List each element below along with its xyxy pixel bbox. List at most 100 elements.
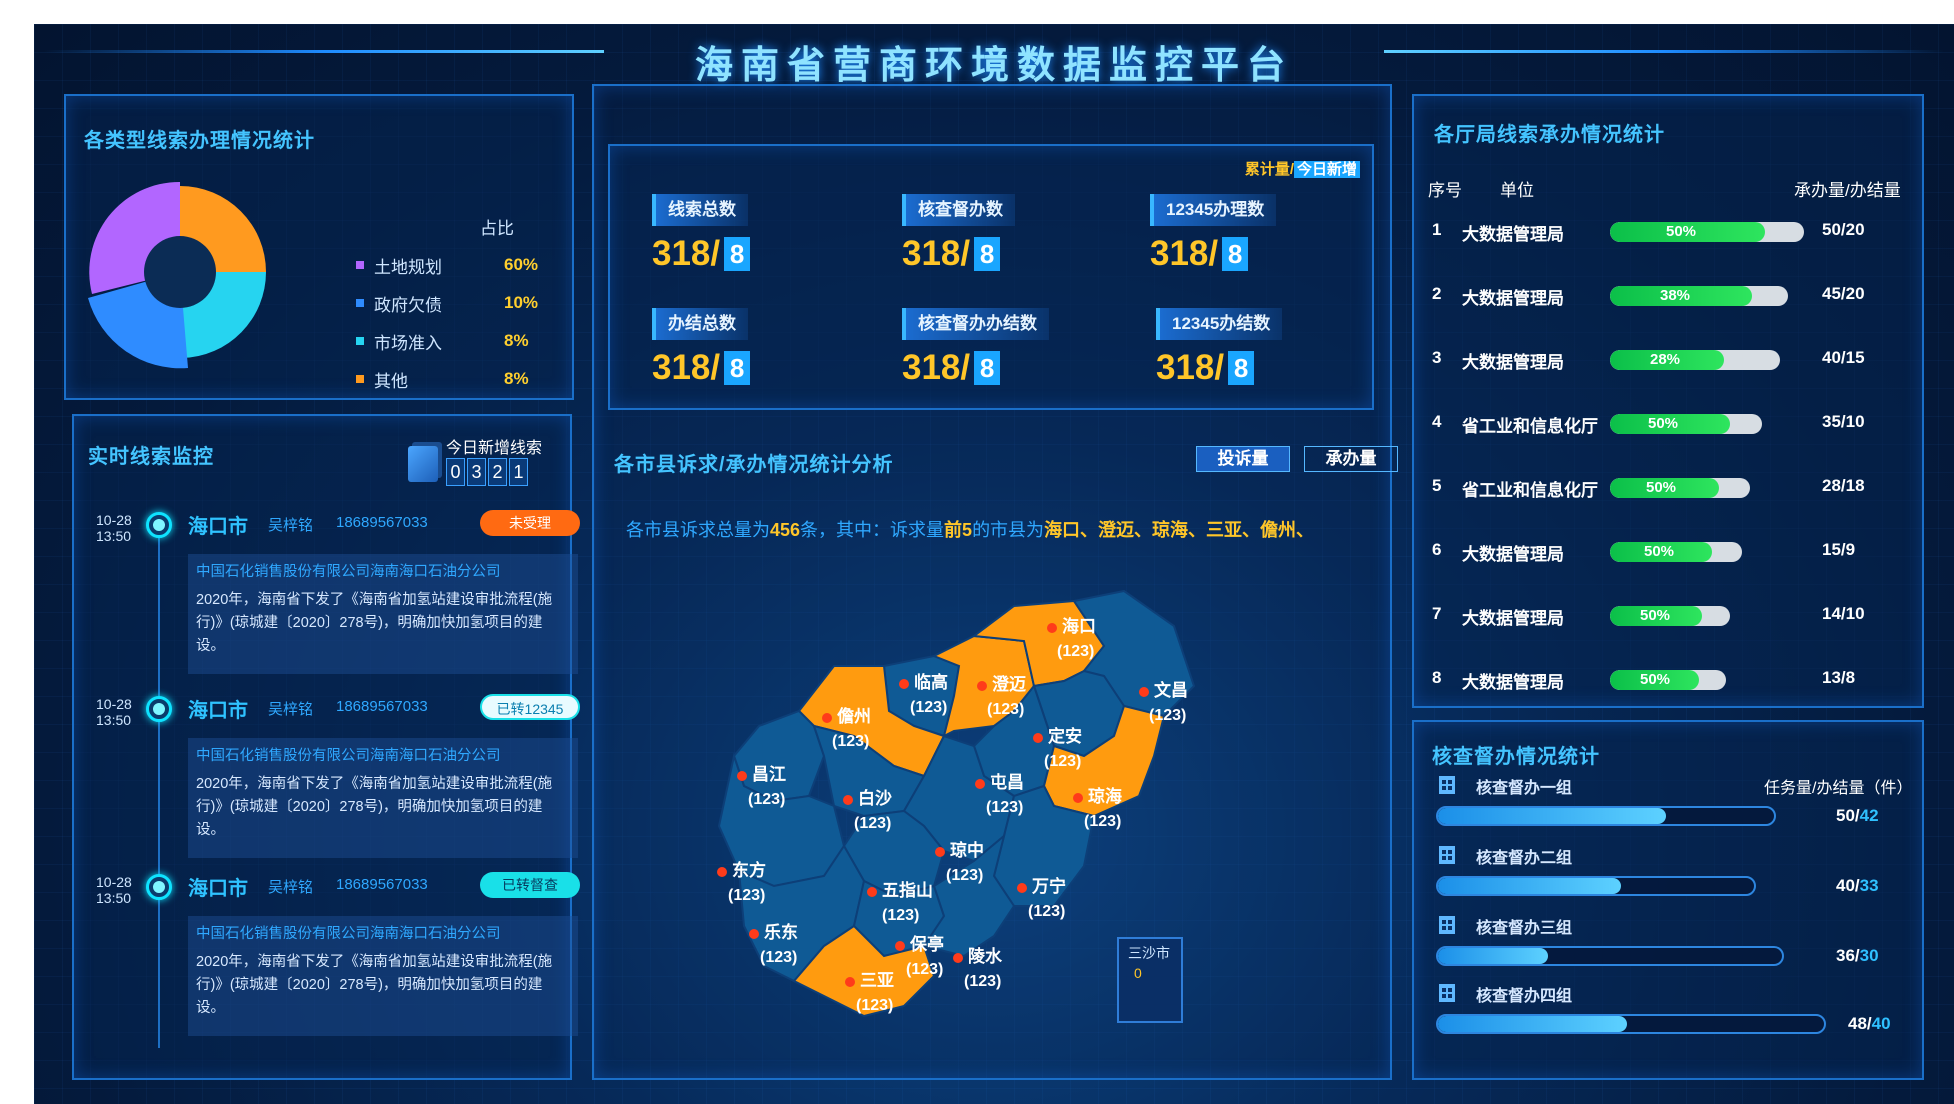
monitor-text: 2020年，海南省下发了《海南省加氢站建设审批流程(施行)》(琼城建〔2020〕… (196, 954, 553, 1016)
progress-fill (1438, 1016, 1628, 1032)
stat-clue-total: 线索总数 318/8 (652, 194, 852, 274)
monitor-time: 10-28 13:50 (96, 874, 132, 906)
page-title: 海南省营商环境数据监控平台 (694, 45, 1293, 87)
monitor-city: 海口市 (188, 878, 248, 900)
monitor-phone: 18689567033 (336, 876, 428, 893)
legend-value: 60% (504, 255, 539, 274)
row-index: 6 (1432, 540, 1442, 559)
department-row[interactable]: 4 省工业和信息化厅 50% 35/10 (1414, 408, 1894, 438)
svg-text:五指山: 五指山 (882, 880, 933, 900)
row-name: 省工业和信息化厅 (1462, 417, 1598, 436)
realtime-monitor-title: 实时线索监控 (88, 446, 214, 468)
svg-text:(123): (123) (856, 997, 893, 1014)
group-name: 核查督办三组 (1476, 920, 1573, 937)
svg-text:临高: 临高 (914, 672, 948, 692)
legend-value: 8% (504, 369, 529, 388)
progress-label: 50% (1640, 671, 1671, 688)
supervision-row[interactable]: 核查督办四组 48/40 (1436, 980, 1906, 1040)
stat-label: 线索总数 (652, 194, 748, 226)
col-index: 序号 (1428, 181, 1462, 200)
monitor-company: 中国石化销售股份有限公司海南海口石油分公司 (196, 926, 501, 942)
status-badge[interactable]: 已转12345 (480, 694, 580, 720)
group-value: 40/33 (1836, 876, 1879, 895)
supervision-row[interactable]: 核查督办三组 36/30 (1436, 912, 1906, 972)
svg-text:(123): (123) (1084, 813, 1121, 830)
svg-text:陵水: 陵水 (968, 946, 1003, 966)
department-row[interactable]: 6 大数据管理局 50% 15/9 (1414, 536, 1894, 566)
clue-type-pie (88, 181, 266, 369)
stat-value: 318/8 (1156, 348, 1356, 388)
svg-text:海口: 海口 (1062, 616, 1096, 636)
department-row[interactable]: 2 大数据管理局 38% 45/20 (1414, 280, 1894, 310)
progress-track: 50% (1610, 414, 1762, 434)
svg-text:昌江: 昌江 (752, 765, 786, 784)
pie-legend: 土地规划 60% 政府欠债 10% 市场准入 8% 其他 8% (356, 246, 596, 398)
row-ratio: 14/10 (1822, 604, 1865, 623)
department-row[interactable]: 8 大数据管理局 50% 13/8 (1414, 664, 1894, 694)
group-value: 36/30 (1836, 946, 1879, 965)
clue-type-panel: 各类型线索办理情况统计 占比 土地规划 60% 政府欠债 10% 市场准入 8%… (64, 94, 574, 400)
monitor-city: 海口市 (188, 516, 248, 538)
svg-text:(123): (123) (906, 961, 943, 978)
supervision-row[interactable]: 核查督办一组 50/42 (1436, 772, 1906, 832)
stat-new: 8 (974, 237, 1001, 271)
col-ratio: 承办量/办结量 (1794, 181, 1901, 200)
svg-text:(123): (123) (882, 907, 919, 924)
monitor-company: 中国石化销售股份有限公司海南海口石油分公司 (196, 564, 501, 580)
svg-text:三亚: 三亚 (860, 971, 894, 990)
progress-track (1436, 876, 1756, 896)
stat-label: 12345办理数 (1150, 194, 1277, 226)
row-index: 3 (1432, 348, 1442, 367)
row-name: 大数据管理局 (1462, 609, 1564, 628)
legend-swatch (356, 375, 364, 383)
legend-label: 其他 (374, 371, 408, 391)
legend-label: 土地规划 (374, 257, 442, 277)
svg-text:儋州: 儋州 (837, 706, 871, 726)
tab-handled[interactable]: 承办量 (1304, 446, 1398, 472)
svg-text:(123): (123) (910, 699, 947, 716)
department-row[interactable]: 3 大数据管理局 28% 40/15 (1414, 344, 1894, 374)
progress-track (1436, 806, 1776, 826)
stat-12345-closed: 12345办结数 318/8 (1156, 308, 1356, 388)
row-name: 大数据管理局 (1462, 225, 1564, 244)
tab-complaints[interactable]: 投诉量 (1196, 446, 1290, 472)
monitor-card: 中国石化销售股份有限公司海南海口石油分公司 2020年，海南省下发了《海南省加氢… (188, 916, 578, 1036)
department-row[interactable]: 5 省工业和信息化厅 50% 28/18 (1414, 472, 1894, 502)
legend-swatch (356, 261, 364, 269)
progress-track: 28% (1610, 350, 1780, 370)
timeline-dot-icon (146, 512, 172, 538)
row-index: 5 (1432, 476, 1442, 495)
stat-supervise-closed: 核查督办办结数 318/8 (902, 308, 1102, 388)
sansha-inset: 三沙市 0 (1117, 937, 1183, 1023)
building-icon (1436, 912, 1458, 936)
timeline-dot-icon (146, 696, 172, 722)
supervision-panel: 核查督办情况统计 任务量/办结量（件） 核查督办一组 50/42 核查督办二组 … (1412, 720, 1924, 1080)
monitor-time: 10-28 13:50 (96, 512, 132, 544)
supervision-row[interactable]: 核查督办二组 40/33 (1436, 842, 1906, 902)
status-badge[interactable]: 已转督查 (480, 872, 580, 898)
legend-today: 今日新增 (1293, 161, 1360, 178)
row-ratio: 15/9 (1822, 540, 1856, 559)
svg-text:(123): (123) (728, 887, 765, 904)
legend-value: 8% (504, 331, 529, 350)
today-new-label: 今日新增线索 (446, 440, 543, 457)
share-header: 占比 (480, 219, 514, 238)
supervision-title: 核查督办情况统计 (1432, 746, 1600, 768)
row-index: 8 (1432, 668, 1442, 687)
stat-closed-total: 办结总数 318/8 (652, 308, 852, 388)
department-row[interactable]: 7 大数据管理局 50% 14/10 (1414, 600, 1894, 630)
building-icon (1436, 842, 1458, 866)
svg-text:0: 0 (1134, 965, 1142, 981)
svg-text:万宁: 万宁 (1031, 876, 1066, 896)
department-row[interactable]: 1 大数据管理局 50% 50/20 (1414, 216, 1894, 246)
svg-text:白沙: 白沙 (858, 788, 892, 808)
monitor-text: 2020年，海南省下发了《海南省加氢站建设审批流程(施行)》(琼城建〔2020〕… (196, 776, 553, 838)
svg-text:(123): (123) (964, 973, 1001, 990)
timeline-line (158, 536, 160, 1048)
svg-text:(123): (123) (987, 701, 1024, 718)
realtime-monitor-panel: 实时线索监控 今日新增线索 0 3 2 1 10-28 13:50 海口市 吴梓铭… (72, 414, 580, 1080)
svg-text:(123): (123) (1057, 643, 1094, 660)
progress-fill (1438, 878, 1622, 894)
stat-value: 318/8 (1150, 234, 1350, 274)
status-badge[interactable]: 未受理 (480, 510, 580, 536)
